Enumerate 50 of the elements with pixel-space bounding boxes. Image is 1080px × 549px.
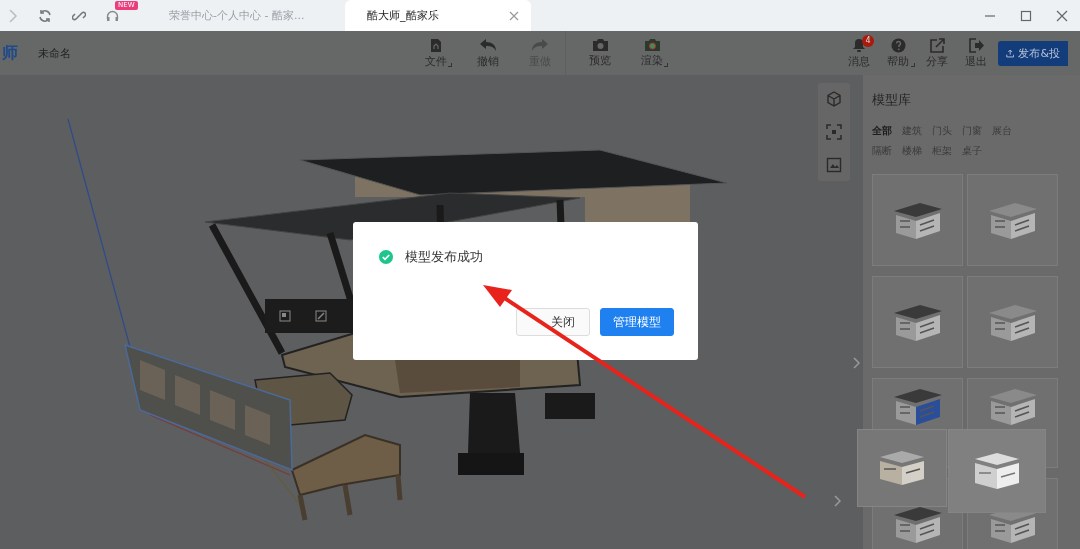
bell-icon [852,37,866,53]
file-icon [429,37,443,53]
building-drawing [988,303,1037,341]
publish-button[interactable]: 发布&投 [998,40,1068,66]
file-name: 未命名 [38,45,71,61]
exit-icon [968,37,984,53]
toolbar-button[interactable]: 帮助 [879,31,917,75]
category-tab[interactable]: 全部 [872,124,892,138]
model-card[interactable] [872,174,963,266]
chevron-right-icon[interactable] [834,495,842,507]
model-card[interactable] [967,276,1058,368]
headset-icon[interactable] [106,9,119,22]
share-icon [929,37,945,53]
close-icon[interactable] [509,10,519,21]
building-drawing [988,201,1037,239]
link-icon[interactable] [72,8,86,23]
redo-icon [530,37,549,53]
dialog-button[interactable]: 关闭 [516,308,590,336]
image-icon[interactable] [826,156,842,173]
building-drawing [893,387,942,425]
close-icon[interactable] [1056,9,1068,22]
upload-icon [1006,47,1015,59]
cube-icon[interactable] [826,91,842,108]
dialog-button[interactable]: 管理模型 [600,308,674,336]
fit-view-icon[interactable] [826,124,842,140]
building-drawing [893,303,942,341]
building-drawing [988,387,1037,425]
building-drawing [893,201,942,239]
model-card[interactable] [967,174,1058,266]
render-camera-icon [643,38,661,52]
browser-tab[interactable]: 酷大师_酷家乐 [345,0,531,31]
undo-icon [479,37,497,53]
scale-icon[interactable] [315,310,327,322]
browser-tab[interactable]: 荣誉中心-个人中心 - 酷家... [147,0,333,31]
notification-badge: 4 [862,35,874,47]
maximize-icon[interactable] [1020,9,1032,22]
toolbar-button[interactable]: 预览 [574,31,626,75]
building-drawing [975,453,1019,489]
logo-text: 师 [2,42,18,64]
help-icon [890,37,906,53]
camera-icon [591,38,609,52]
building-drawing [880,451,924,485]
refresh-icon[interactable] [38,8,52,23]
model-card[interactable] [872,276,963,368]
chevron-right-icon[interactable] [853,357,861,369]
building-drawing [893,505,942,543]
panel-title: 模型库 [872,91,912,109]
resize-icon[interactable] [279,310,291,322]
success-check-icon [379,250,393,264]
dialog-message: 模型发布成功 [405,248,483,266]
